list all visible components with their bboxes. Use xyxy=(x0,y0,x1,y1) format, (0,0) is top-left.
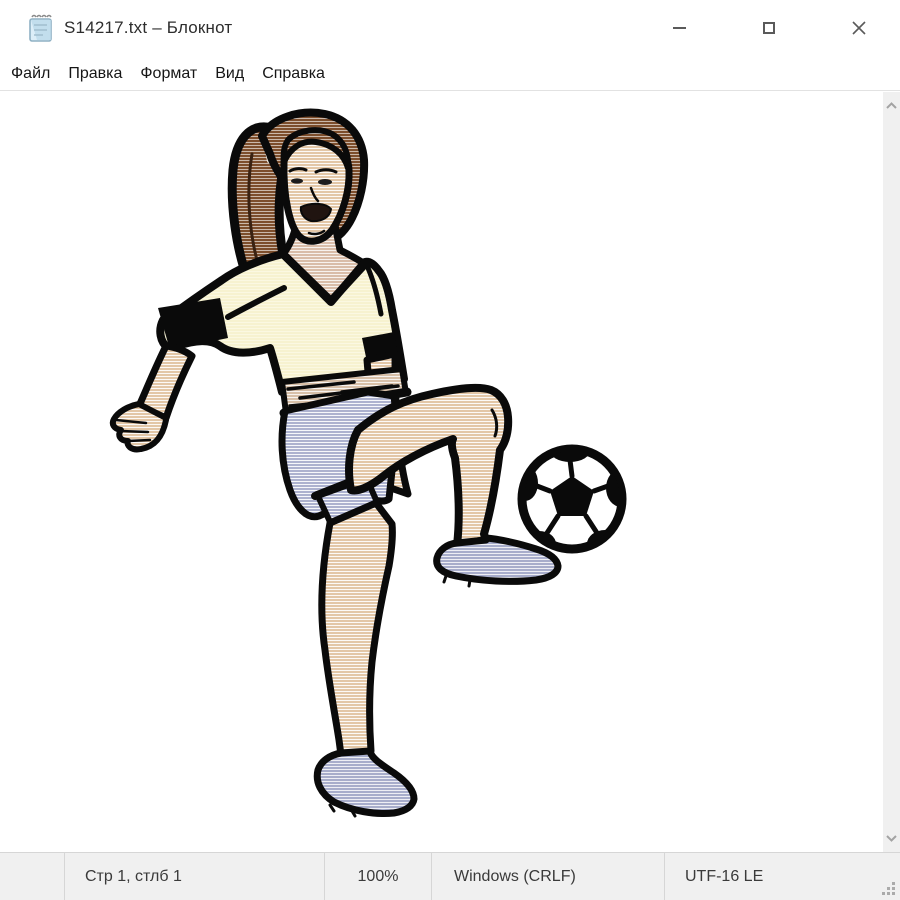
status-zoom-level: 100% xyxy=(325,853,432,900)
status-encoding: UTF-16 LE xyxy=(665,853,900,900)
scroll-down-button[interactable] xyxy=(883,830,900,847)
artwork-girl-soccer xyxy=(0,92,883,852)
close-icon xyxy=(851,20,867,36)
maximize-button[interactable] xyxy=(738,0,800,56)
menu-edit[interactable]: Правка xyxy=(59,56,131,91)
standing-leg xyxy=(317,503,414,816)
editor-area[interactable] xyxy=(0,92,900,852)
minimize-button[interactable] xyxy=(648,0,710,56)
close-button[interactable] xyxy=(828,0,890,56)
menu-file[interactable]: Файл xyxy=(2,56,59,91)
menu-view[interactable]: Вид xyxy=(206,56,253,91)
notepad-window: S14217.txt – Блокнот Файл Правка Формат … xyxy=(0,0,900,900)
status-spacer xyxy=(0,853,65,900)
menu-help[interactable]: Справка xyxy=(253,56,334,91)
status-line-endings: Windows (CRLF) xyxy=(432,853,665,900)
notepad-icon xyxy=(27,13,55,43)
left-arm xyxy=(113,298,228,449)
status-cursor-position: Стр 1, стлб 1 xyxy=(65,853,325,900)
soccer-ball xyxy=(512,436,636,558)
left-hand xyxy=(113,404,166,449)
standing-shoe xyxy=(317,751,414,814)
vertical-scrollbar[interactable] xyxy=(883,92,900,852)
window-controls xyxy=(648,0,900,56)
raised-shoe xyxy=(437,538,558,581)
window-title: S14217.txt – Блокнот xyxy=(64,18,232,38)
chevron-down-icon xyxy=(886,835,897,842)
face xyxy=(284,130,349,241)
minimize-icon xyxy=(673,27,686,29)
menu-bar: Файл Правка Формат Вид Справка xyxy=(0,56,900,91)
status-bar: Стр 1, стлб 1 100% Windows (CRLF) UTF-16… xyxy=(0,852,900,900)
scroll-up-button[interactable] xyxy=(883,97,900,114)
chevron-up-icon xyxy=(886,102,897,109)
title-bar[interactable]: S14217.txt – Блокнот xyxy=(0,0,900,56)
maximize-icon xyxy=(763,22,775,34)
menu-format[interactable]: Формат xyxy=(131,56,206,91)
resize-grip-icon[interactable] xyxy=(882,882,895,895)
